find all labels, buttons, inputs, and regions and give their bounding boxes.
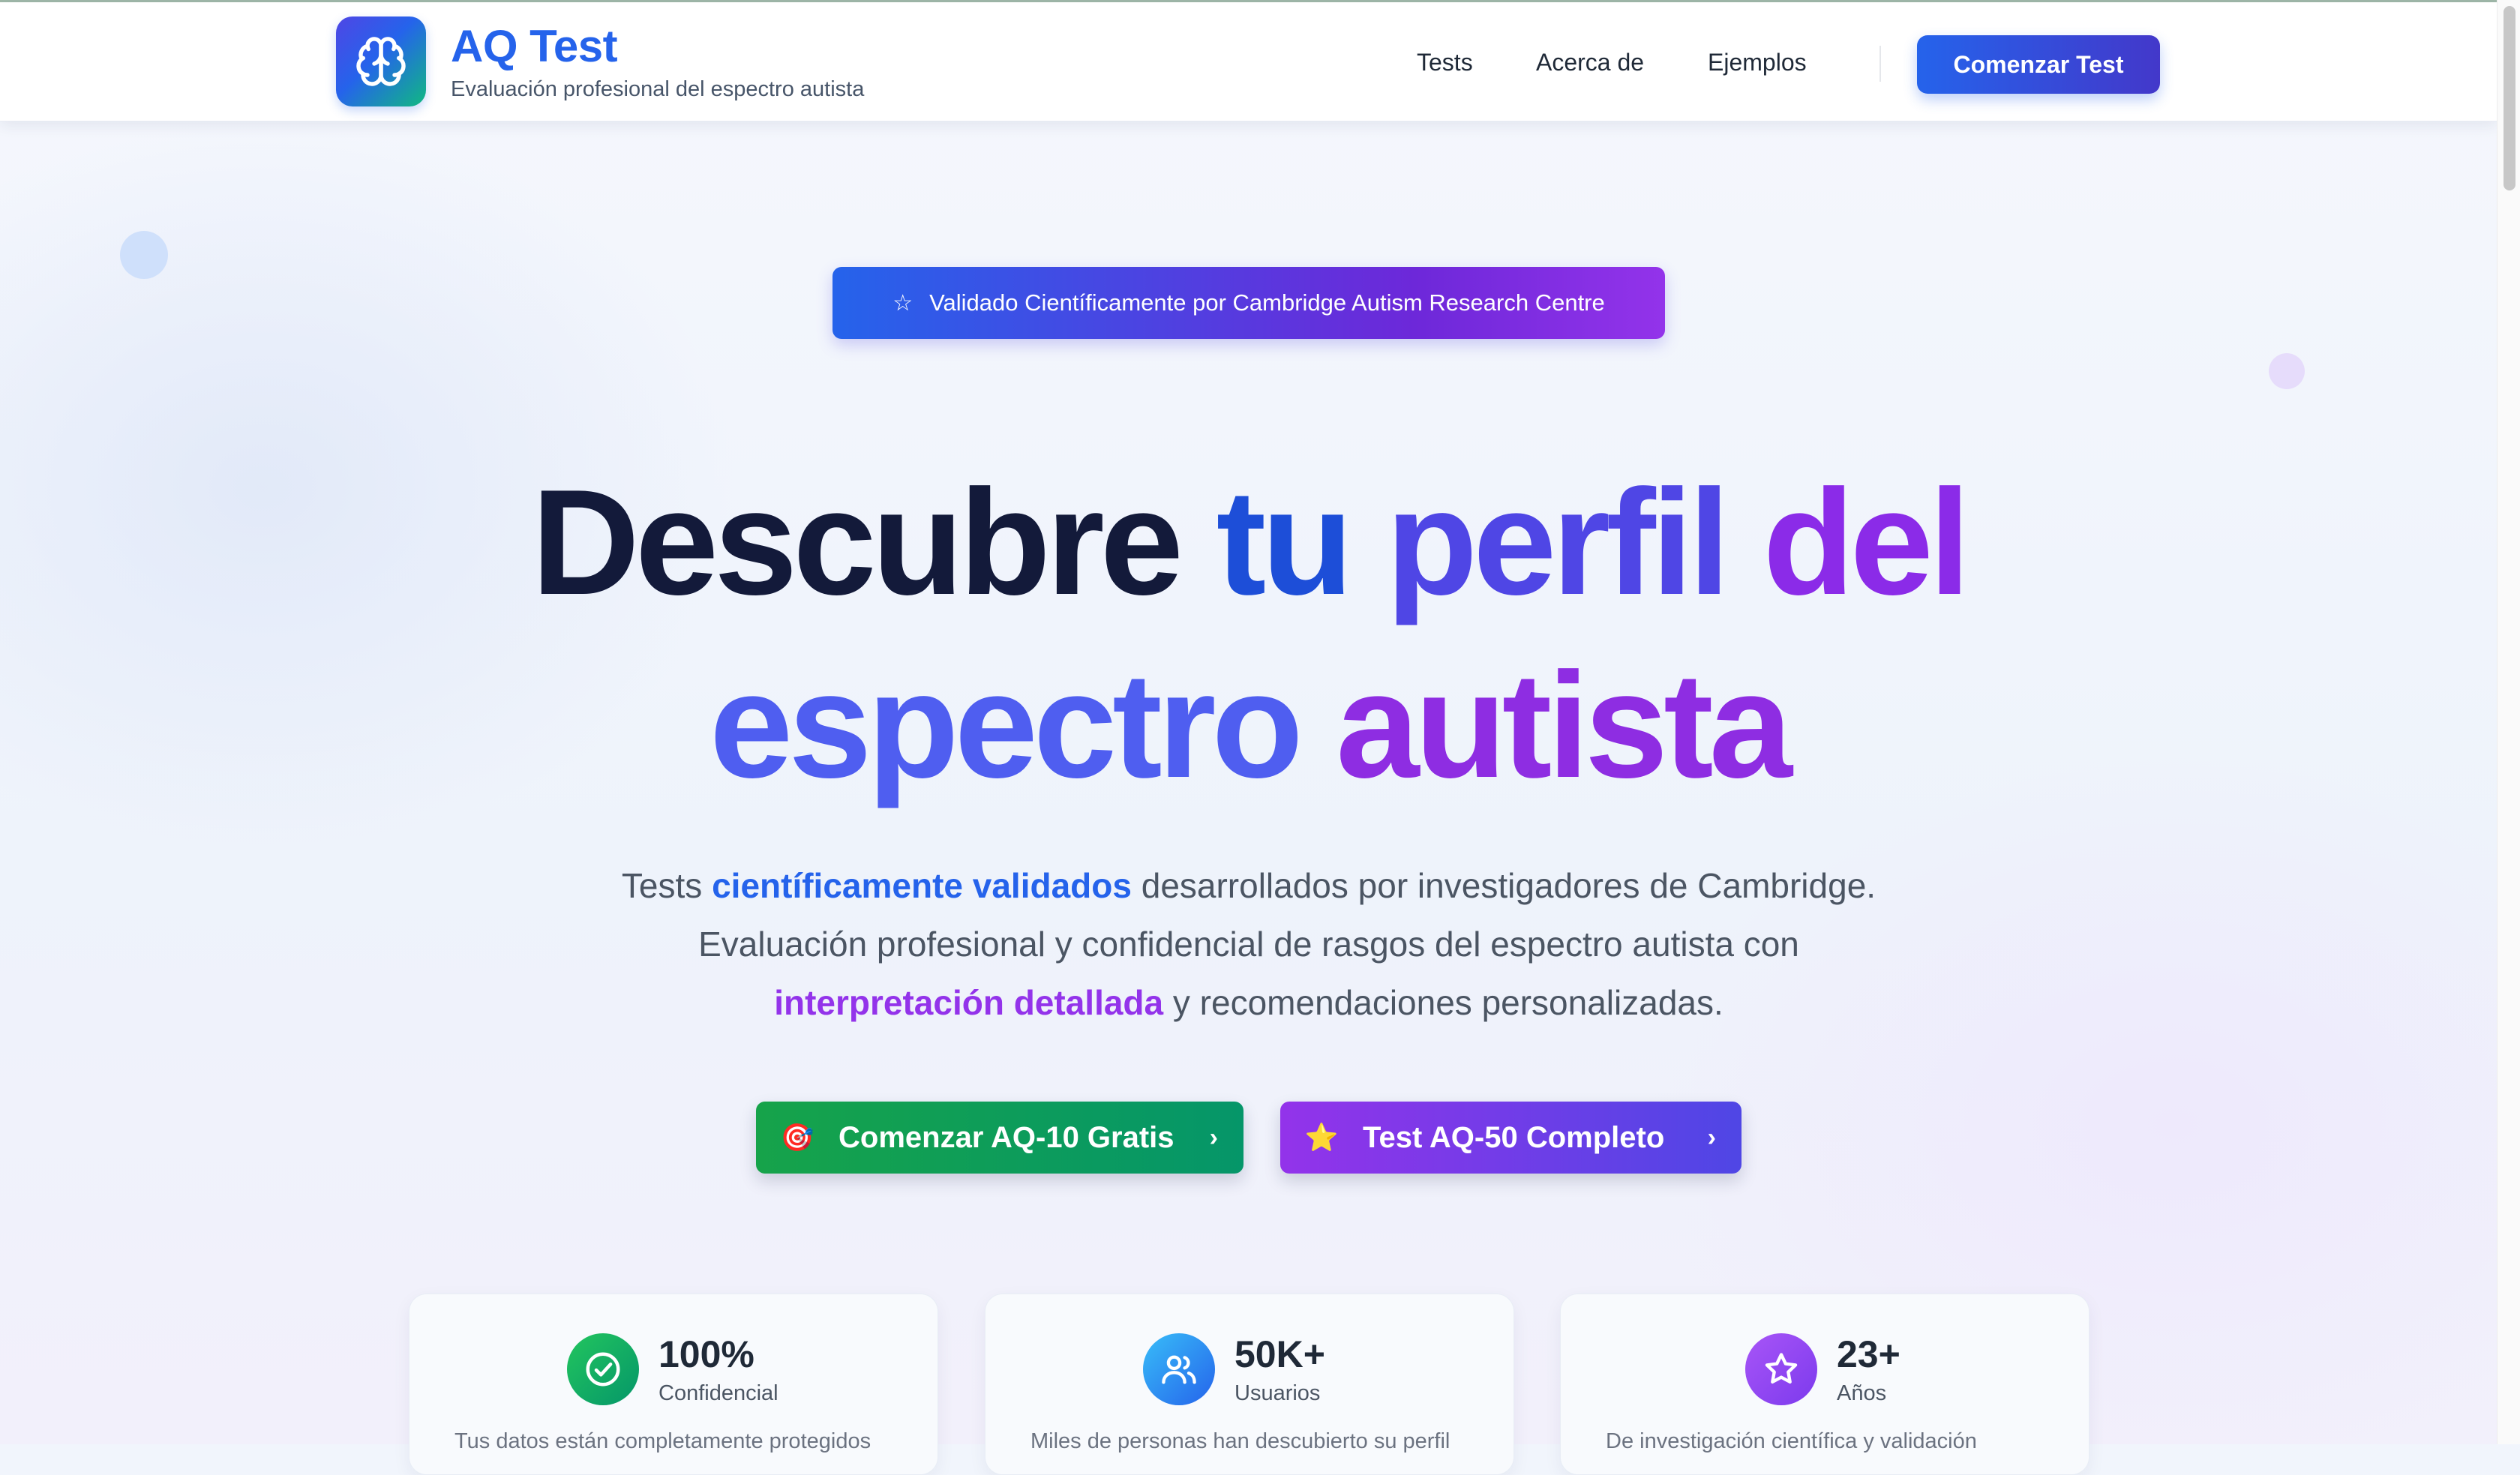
hero-title-word: del xyxy=(1762,459,1971,626)
aq50-test-button[interactable]: ⭐ Test AQ-50 Completo › xyxy=(1280,1102,1742,1174)
hero-title-word: perfil xyxy=(1385,459,1730,626)
hero-description-line-2: Evaluación profesional y confidencial de… xyxy=(698,925,1799,964)
hero-title-word: autista xyxy=(1336,642,1792,809)
hero-highlight: interpretación detallada xyxy=(774,983,1164,1022)
check-circle-icon xyxy=(567,1333,639,1405)
nav-ejemplos[interactable]: Ejemplos xyxy=(1708,47,1807,77)
stat-description: Miles de personas han descubierto su per… xyxy=(1030,1429,1450,1453)
stat-value: 23+ xyxy=(1837,1333,1900,1375)
users-icon xyxy=(1143,1333,1215,1405)
hero-title-word: espectro xyxy=(710,642,1304,809)
logo[interactable] xyxy=(336,16,426,106)
brain-icon xyxy=(356,37,406,86)
target-icon: 🎯 xyxy=(780,1122,814,1153)
stat-description: Tus datos están completamente protegidos xyxy=(454,1429,872,1453)
stat-card-confidencial: 100% Confidencial Tus datos están comple… xyxy=(409,1294,938,1475)
decorative-dot xyxy=(120,231,168,279)
stat-label: Usuarios xyxy=(1234,1381,1321,1405)
aq50-test-label: Test AQ-50 Completo xyxy=(1363,1120,1665,1154)
validation-badge: ☆ Validado Científicamente por Cambridge… xyxy=(832,267,1665,339)
chevron-right-icon: › xyxy=(1209,1123,1218,1152)
stat-card-anos: 23+ Años De investigación científica y v… xyxy=(1560,1294,2090,1475)
nav-divider xyxy=(1880,46,1881,82)
nav-tests[interactable]: Tests xyxy=(1417,47,1473,77)
stat-label: Años xyxy=(1837,1381,1887,1405)
hero-title-word: Descubre xyxy=(531,459,1184,626)
start-test-button[interactable]: Comenzar Test xyxy=(1917,35,2160,94)
hero-text: y recomendaciones personalizadas. xyxy=(1163,983,1724,1022)
stat-label: Confidencial xyxy=(658,1381,778,1405)
start-aq10-button[interactable]: 🎯 Comenzar AQ-10 Gratis › xyxy=(756,1102,1244,1174)
hero-text: Tests xyxy=(621,866,712,905)
stat-value: 50K+ xyxy=(1234,1333,1325,1375)
stat-description: De investigación científica y validación xyxy=(1606,1429,1977,1453)
decorative-dot xyxy=(2269,353,2305,389)
hero-description-line-3: interpretación detallada y recomendacion… xyxy=(0,973,2498,1032)
chevron-right-icon: › xyxy=(1707,1123,1716,1152)
nav-acerca-de[interactable]: Acerca de xyxy=(1536,47,1644,77)
hero-text: desarrollados por investigadores de Camb… xyxy=(1131,866,1876,905)
scrollbar[interactable] xyxy=(2497,0,2520,1444)
brand-title[interactable]: AQ Test xyxy=(451,20,618,73)
site-header: AQ Test Evaluación profesional del espec… xyxy=(0,2,2498,121)
star-outline-icon: ☆ xyxy=(892,290,914,316)
brand-subtitle: Evaluación profesional del espectro auti… xyxy=(451,77,865,101)
hero-highlight: científicamente validados xyxy=(712,866,1132,905)
start-aq10-label: Comenzar AQ-10 Gratis xyxy=(838,1120,1174,1154)
stat-card-usuarios: 50K+ Usuarios Miles de personas han desc… xyxy=(985,1294,1514,1475)
hero-title-line-2: espectro autista xyxy=(0,636,2498,816)
stat-value: 100% xyxy=(658,1333,754,1375)
validation-badge-text: Validado Científicamente por Cambridge A… xyxy=(929,289,1605,316)
star-icon xyxy=(1745,1333,1817,1405)
scrollbar-thumb[interactable] xyxy=(2504,6,2516,190)
hero-title-line-1: Descubre tu perfil del xyxy=(0,453,2498,633)
hero-description-line-1: Tests científicamente validados desarrol… xyxy=(0,856,2498,915)
star-icon: ⭐ xyxy=(1304,1122,1339,1153)
hero-title-word: tu xyxy=(1216,459,1354,626)
